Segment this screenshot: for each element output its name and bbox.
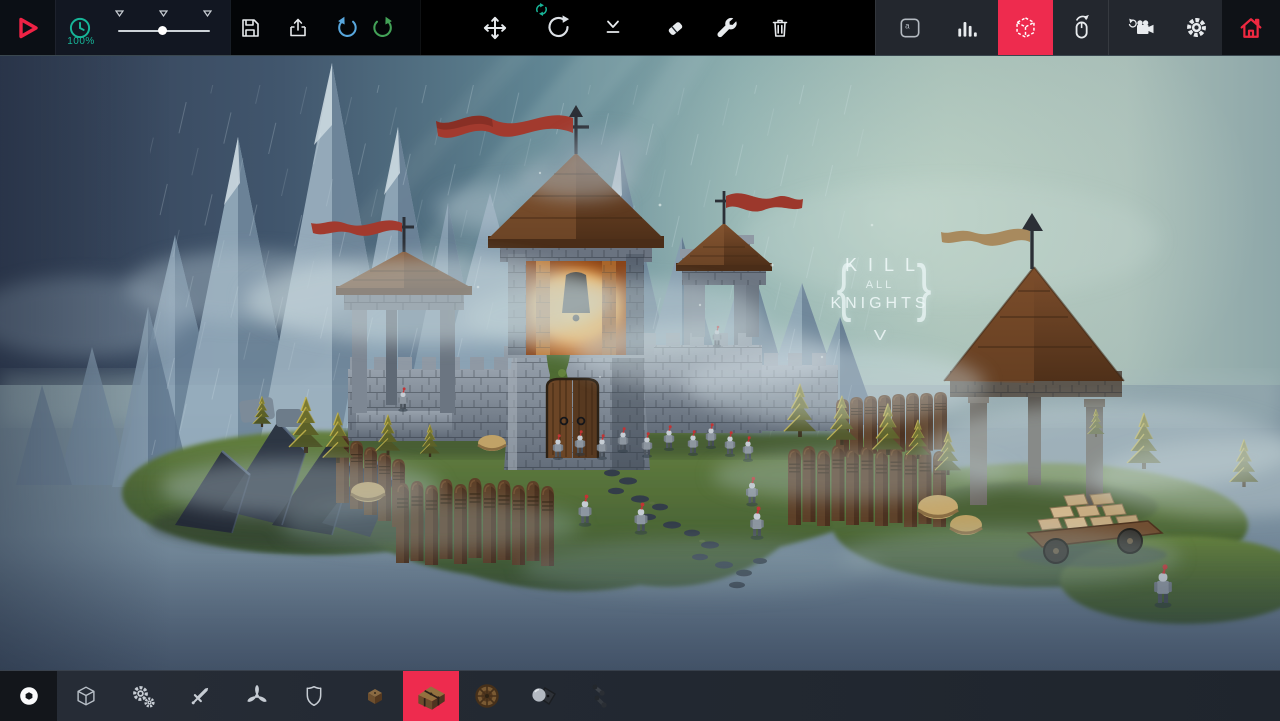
redo-button[interactable] xyxy=(360,0,406,55)
undo-arrow-icon xyxy=(334,15,360,41)
viewport-scene xyxy=(0,55,1280,670)
gears-icon xyxy=(129,682,157,710)
brace-sprite xyxy=(581,678,617,714)
settings-button[interactable] xyxy=(1173,0,1219,55)
nut-icon xyxy=(15,682,43,710)
eraser-icon xyxy=(663,16,687,40)
load-button[interactable] xyxy=(275,0,321,55)
delete-tool-button[interactable] xyxy=(757,0,803,55)
block-visibility-button[interactable] xyxy=(998,0,1053,55)
wrench-icon xyxy=(714,15,740,41)
gear-icon xyxy=(1183,14,1210,41)
category-flight[interactable] xyxy=(228,671,285,721)
propeller-icon xyxy=(243,682,271,710)
chevron-down-underline-icon xyxy=(601,16,625,40)
rotate-tool-button[interactable] xyxy=(535,0,581,55)
lower-tool-button[interactable] xyxy=(590,0,636,55)
category-mechanics[interactable] xyxy=(114,671,171,721)
play-icon xyxy=(12,13,42,43)
sword-icon xyxy=(186,682,214,710)
erase-tool-button[interactable] xyxy=(652,0,698,55)
svg-text:a: a xyxy=(905,21,910,30)
camera-mode-button[interactable] xyxy=(1117,0,1163,55)
rotate-circle-icon xyxy=(545,14,572,41)
block-small-wooden-block[interactable] xyxy=(347,671,403,721)
machine-stats-button[interactable] xyxy=(944,0,990,55)
shield-icon xyxy=(301,683,327,709)
mouse-rotate-icon xyxy=(1068,14,1095,41)
block-wooden-block[interactable] xyxy=(403,671,459,721)
game-viewport[interactable] xyxy=(0,55,1280,670)
main-menu-button[interactable] xyxy=(1228,0,1274,55)
bottom-toolbar xyxy=(0,670,1280,721)
floppy-icon xyxy=(238,16,262,40)
bar-chart-icon xyxy=(954,15,980,41)
mouse-orbit-button[interactable] xyxy=(1058,0,1104,55)
keymapper-button[interactable]: a xyxy=(887,0,933,55)
category-armour[interactable] xyxy=(285,671,342,721)
redo-arrow-icon xyxy=(370,15,396,41)
video-camera-icon xyxy=(1125,15,1155,41)
category-blocks[interactable] xyxy=(57,671,114,721)
block-ball-joint[interactable] xyxy=(515,671,571,721)
keycap-icon: a xyxy=(897,15,923,41)
cube-icon xyxy=(73,683,99,709)
speed-slider[interactable] xyxy=(118,30,210,32)
adjust-tool-button[interactable] xyxy=(704,0,750,55)
trash-icon xyxy=(768,16,792,40)
speed-value: 100% xyxy=(58,36,104,47)
wooden-wheel-sprite xyxy=(469,678,505,714)
save-button[interactable] xyxy=(227,0,273,55)
import-box-icon xyxy=(286,16,310,40)
category-weapons[interactable] xyxy=(171,671,228,721)
home-icon xyxy=(1237,14,1265,42)
move-arrows-icon xyxy=(482,15,508,41)
small-wooden-block-sprite xyxy=(357,678,393,714)
start-simulation-button[interactable] xyxy=(4,0,50,55)
speed-slider-handle[interactable] xyxy=(158,26,167,35)
block-wooden-wheel[interactable] xyxy=(459,671,515,721)
top-toolbar: 100% xyxy=(0,0,1280,56)
wooden-block-sprite xyxy=(412,677,450,715)
wireframe-cube-icon xyxy=(1012,14,1039,41)
translate-tool-button[interactable] xyxy=(472,0,518,55)
block-brace[interactable] xyxy=(571,671,627,721)
category-basics[interactable] xyxy=(0,671,57,721)
ball-joint-sprite xyxy=(525,678,561,714)
